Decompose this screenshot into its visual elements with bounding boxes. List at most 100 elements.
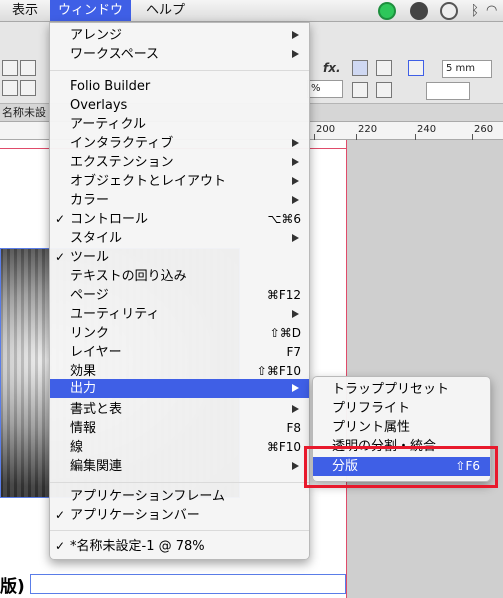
submenu-item-attributes[interactable]: プリント属性 [313, 418, 490, 437]
menu-item-label: Folio Builder [70, 79, 151, 94]
wifi-icon[interactable]: ◠ [486, 2, 503, 20]
menu-item-interactive[interactable]: インタラクティブ [50, 134, 309, 153]
submenu-arrow-icon [292, 196, 299, 204]
menu-item-pages[interactable]: ページ ⌘F12 [50, 286, 309, 305]
frame-size-field[interactable]: 5 mm [442, 60, 492, 78]
checkmark-icon: ✓ [55, 212, 66, 226]
menu-item-label: 編集関連 [70, 459, 123, 474]
menu-item-folio-builder[interactable]: Folio Builder [50, 77, 309, 96]
menu-item-shortcut: ⇧⌘D [269, 326, 301, 340]
submenu-arrow-icon [292, 177, 299, 185]
menu-item-tools[interactable]: ✓ ツール [50, 248, 309, 267]
menu-item-label: アーティクル [70, 117, 147, 132]
menu-item-label: スタイル [70, 231, 123, 246]
menu-item-label: ツール [70, 250, 110, 265]
frame-size-icon[interactable] [408, 60, 424, 76]
submenu-arrow-icon [292, 462, 299, 470]
screen: fx. % 5 mm 名称未設 200 220 240 260 版) 表示 ウィ… [0, 0, 503, 598]
menu-item-styles[interactable]: スタイル [50, 229, 309, 248]
align-center-icon[interactable] [376, 60, 392, 76]
rotate-icon[interactable] [20, 60, 36, 76]
menu-item-extensions[interactable]: エクステンション [50, 153, 309, 172]
menu-item-type-tables[interactable]: 書式と表 [50, 400, 309, 419]
menu-item-color[interactable]: カラー [50, 191, 309, 210]
menu-item-application-frame[interactable]: アプリケーションフレーム [50, 487, 309, 506]
submenu-item-label: プリフライト [332, 401, 411, 416]
menu-item-control[interactable]: ✓ コントロール ⌥⌘6 [50, 210, 309, 229]
menu-separator [50, 70, 309, 71]
text-frame[interactable] [30, 574, 346, 594]
submenu-arrow-icon [292, 31, 299, 39]
menu-item-label: カラー [70, 193, 110, 208]
submenu-arrow-icon [292, 158, 299, 166]
menu-item-document-window[interactable]: ✓ *名称未設定-1 @ 78% [50, 537, 309, 556]
ruler-tick [415, 134, 416, 140]
menu-item-stroke[interactable]: 線 ⌘F10 [50, 438, 309, 457]
menu-item-output[interactable]: 出力 [50, 379, 309, 398]
menu-item-label: ページ [70, 288, 109, 303]
menu-item-object-layout[interactable]: オブジェクトとレイアウト [50, 172, 309, 191]
menu-item-application-bar[interactable]: ✓ アプリケーションバー [50, 506, 309, 525]
menu-item-shortcut: ⌥⌘6 [267, 212, 301, 226]
menu-item-label: ワークスペース [70, 47, 160, 62]
menu-item-label: 情報 [70, 421, 97, 436]
menu-window[interactable]: ウィンドウ [50, 0, 132, 21]
menu-item-label: コントロール [70, 212, 149, 227]
opacity-field[interactable]: % [307, 80, 343, 98]
menu-item-label: エクステンション [70, 155, 174, 170]
menu-item-label: 出力 [70, 381, 97, 396]
menu-item-layers[interactable]: レイヤー F7 [50, 343, 309, 362]
menu-item-shortcut: F8 [286, 421, 301, 435]
menu-item-workspace[interactable]: ワークスペース [50, 45, 309, 64]
menu-item-editorial[interactable]: 編集関連 [50, 457, 309, 476]
menu-item-shortcut: ⌘F12 [266, 288, 301, 302]
document-tab-label: 名称未設 [2, 106, 46, 119]
submenu-item-label: トラッププリセット [332, 382, 450, 397]
submenu-arrow-icon [292, 310, 299, 318]
menu-item-shortcut: ⌘F10 [266, 440, 301, 454]
checkmark-icon: ✓ [55, 250, 66, 264]
menu-item-label: アプリケーションバー [70, 508, 200, 523]
menu-item-label: アプリケーションフレーム [70, 489, 225, 504]
ruler-label: 240 [417, 124, 437, 135]
menu-bar: 表示 ウィンドウ ヘルプ ᛒ ◠ [0, 0, 503, 22]
menu-item-text-wrap[interactable]: テキストの回り込み [50, 267, 309, 286]
menu-item-info[interactable]: 情報 F8 [50, 419, 309, 438]
menu-view[interactable]: 表示 [4, 0, 46, 21]
menu-item-label: 線 [70, 440, 84, 455]
effects-icon[interactable]: fx. [323, 61, 341, 75]
menu-separator [50, 482, 309, 483]
menu-item-overlays[interactable]: Overlays [50, 96, 309, 115]
flip-icon[interactable] [2, 80, 18, 96]
bluetooth-icon[interactable]: ᛒ [466, 2, 484, 20]
menu-help[interactable]: ヘルプ [138, 0, 193, 21]
menu-item-utilities[interactable]: ユーティリティ [50, 305, 309, 324]
stroke-type-dropdown[interactable] [426, 82, 470, 100]
align-bottom-icon[interactable] [376, 82, 392, 98]
menu-item-label: テキストの回り込み [70, 269, 187, 284]
submenu-arrow-icon [292, 50, 299, 58]
checkmark-icon: ✓ [55, 539, 66, 553]
highlight-annotation-box [304, 446, 498, 488]
menu-item-shortcut: F7 [286, 345, 301, 359]
flip-icon[interactable] [20, 80, 36, 96]
ruler-tick [356, 134, 357, 140]
rotate-icon[interactable] [2, 60, 18, 76]
ruler-label: 260 [474, 124, 494, 135]
menu-item-links[interactable]: リンク ⇧⌘D [50, 324, 309, 343]
evernote-icon[interactable] [378, 2, 396, 20]
menu-item-article[interactable]: アーティクル [50, 115, 309, 134]
menu-item-label: リンク [70, 326, 110, 341]
submenu-item-preflight[interactable]: プリフライト [313, 399, 490, 418]
menu-item-label: *名称未設定-1 @ 78% [70, 539, 205, 554]
menu-item-label: インタラクティブ [70, 136, 174, 151]
submenu-item-trap-presets[interactable]: トラッププリセット [313, 380, 490, 399]
checkmark-icon: ✓ [55, 508, 66, 522]
align-middle-icon[interactable] [352, 82, 368, 98]
menu-item-label: オブジェクトとレイアウト [70, 174, 227, 189]
menu-item-label: レイヤー [70, 345, 122, 360]
align-top-icon[interactable] [352, 60, 368, 76]
menu-item-arrange[interactable]: アレンジ [50, 26, 309, 45]
time-machine-icon[interactable] [440, 2, 458, 20]
creative-cloud-icon[interactable] [410, 2, 428, 20]
